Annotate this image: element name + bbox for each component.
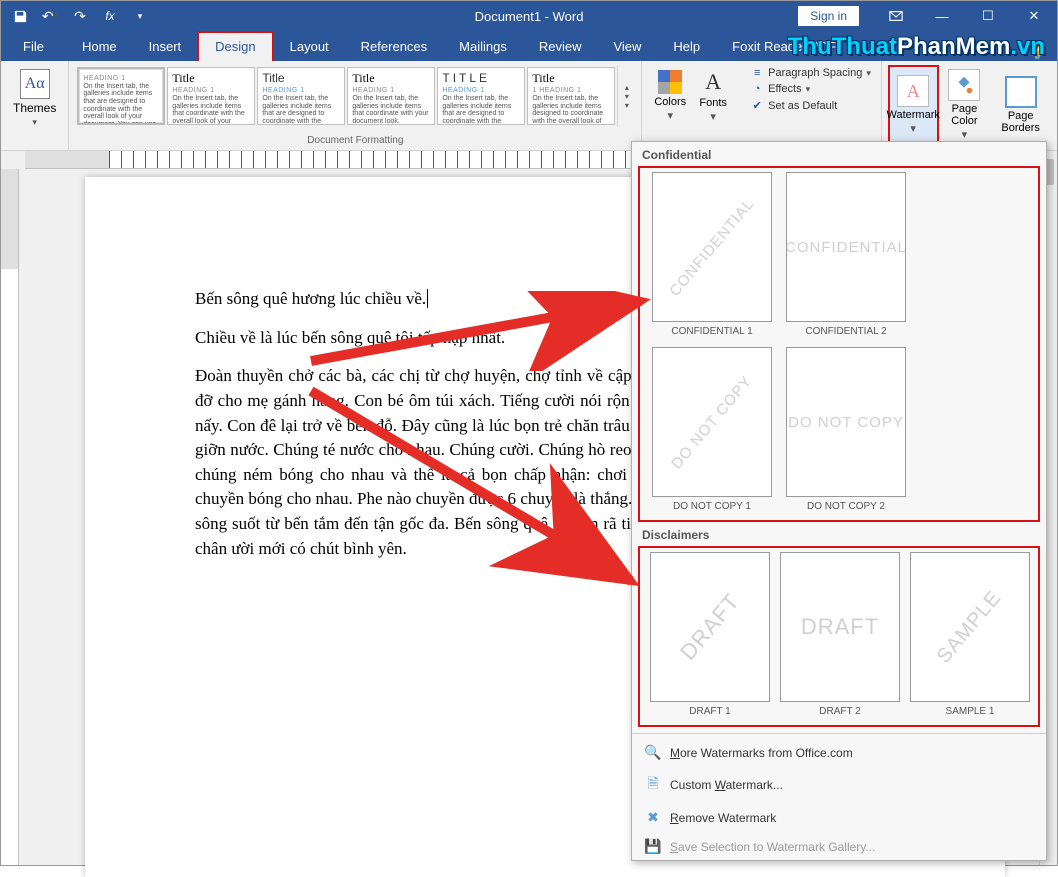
office-icon: 🔍 bbox=[644, 744, 662, 761]
confidential-grid: CONFIDENTIAL CONFIDENTIAL 1 CONFIDENTIAL… bbox=[638, 166, 1040, 522]
chevron-down-icon: ▾ bbox=[32, 117, 37, 128]
page-borders-icon bbox=[1005, 76, 1037, 108]
watermark-option-sample-1[interactable]: SAMPLE SAMPLE 1 bbox=[910, 552, 1030, 717]
ribbon: Aα Themes ▾ Heading 1On the Insert tab, … bbox=[1, 61, 1057, 151]
page-color-icon bbox=[948, 69, 980, 101]
paragraph-spacing-button[interactable]: ≡Paragraph Spacing ▾ bbox=[746, 65, 875, 81]
watermark-option-draft-2[interactable]: DRAFT DRAFT 2 bbox=[780, 552, 900, 717]
redo-icon[interactable]: ↷ bbox=[67, 3, 93, 29]
style-thumb[interactable]: TitleHEADING 1On the Insert tab, the gal… bbox=[347, 67, 435, 125]
sign-in-button[interactable]: Sign in bbox=[798, 6, 859, 26]
section-label: Confidential bbox=[632, 142, 1046, 166]
paragraph-spacing-icon: ≡ bbox=[750, 67, 764, 79]
tab-help[interactable]: Help bbox=[657, 33, 716, 61]
remove-icon: ✖ bbox=[644, 809, 662, 826]
qat-customize-icon[interactable]: ▾ bbox=[127, 3, 153, 29]
fonts-button[interactable]: A Fonts▾ bbox=[692, 65, 734, 127]
title-bar: ↶▾ ↷ fx ▾ Document1 - Word Sign in — ☐ ✕ bbox=[1, 1, 1057, 31]
colors-button[interactable]: Colors▾ bbox=[648, 65, 692, 127]
undo-icon[interactable]: ↶▾ bbox=[37, 3, 63, 29]
fonts-icon: A bbox=[705, 69, 721, 95]
group-page-background: Watermark▾ Page Color▾ Page Borders bbox=[882, 61, 1057, 150]
tab-layout[interactable]: Layout bbox=[274, 33, 345, 61]
minimize-icon[interactable]: — bbox=[919, 1, 965, 31]
watermark-option-donotcopy-2[interactable]: DO NOT COPY DO NOT COPY 2 bbox=[784, 347, 908, 512]
watermark-menu: 🔍More Watermarks from Office.com 🗎Custom… bbox=[632, 733, 1046, 865]
style-thumb[interactable]: Heading 1On the Insert tab, the gallerie… bbox=[77, 67, 165, 125]
page-color-button[interactable]: Page Color▾ bbox=[939, 65, 991, 145]
watermark-dropdown: Confidential CONFIDENTIAL CONFIDENTIAL 1… bbox=[631, 141, 1047, 861]
group-colors-fonts: Colors▾ A Fonts▾ bbox=[642, 61, 740, 150]
tab-design[interactable]: Design bbox=[197, 31, 273, 61]
gallery-more-button[interactable]: ▴▾▾ bbox=[617, 65, 635, 127]
style-thumb[interactable]: TitleHeading 1On the Insert tab, the gal… bbox=[257, 67, 345, 125]
save-icon: 💾 bbox=[644, 838, 662, 855]
style-thumb[interactable]: TITLEHeading 1On the Insert tab, the gal… bbox=[437, 67, 525, 125]
colors-icon bbox=[658, 70, 682, 94]
watermark-icon bbox=[897, 75, 929, 107]
vertical-ruler[interactable] bbox=[1, 169, 19, 865]
tab-file[interactable]: File bbox=[7, 33, 60, 61]
tab-view[interactable]: View bbox=[597, 33, 657, 61]
maximize-icon[interactable]: ☐ bbox=[965, 1, 1011, 31]
ribbon-display-options-icon[interactable] bbox=[873, 1, 919, 31]
close-icon[interactable]: ✕ bbox=[1011, 1, 1057, 31]
style-gallery[interactable]: Heading 1On the Insert tab, the gallerie… bbox=[75, 65, 617, 127]
page-borders-button[interactable]: Page Borders bbox=[990, 65, 1051, 145]
overlay-logo: ThuThuatPhanMem.vn bbox=[788, 33, 1045, 61]
tab-references[interactable]: References bbox=[345, 33, 443, 61]
watermark-option-donotcopy-1[interactable]: DO NOT COPY DO NOT COPY 1 bbox=[650, 347, 774, 512]
group-label: Document Formatting bbox=[307, 135, 403, 146]
check-icon: ✔ bbox=[750, 99, 764, 112]
themes-button[interactable]: Aα Themes ▾ bbox=[7, 65, 62, 132]
watermark-option-confidential-1[interactable]: CONFIDENTIAL CONFIDENTIAL 1 bbox=[650, 172, 774, 337]
tab-home[interactable]: Home bbox=[66, 33, 133, 61]
menu-remove-watermark[interactable]: ✖Remove Watermark bbox=[632, 803, 1046, 832]
save-icon[interactable] bbox=[7, 3, 33, 29]
formula-icon[interactable]: fx bbox=[97, 3, 123, 29]
menu-custom-watermark[interactable]: 🗎Custom Watermark... bbox=[632, 767, 1046, 803]
group-themes: Aα Themes ▾ bbox=[1, 61, 69, 150]
themes-icon: Aα bbox=[20, 69, 50, 99]
section-label: Disclaimers bbox=[632, 522, 1046, 546]
disclaimers-grid: DRAFT DRAFT 1 DRAFT DRAFT 2 SAMPLE SAMPL… bbox=[638, 546, 1040, 727]
style-thumb[interactable]: Title1 Heading 1On the Insert tab, the g… bbox=[527, 67, 615, 125]
watermark-button[interactable]: Watermark▾ bbox=[888, 65, 939, 145]
quick-access-toolbar: ↶▾ ↷ fx ▾ bbox=[1, 3, 159, 29]
document-title: Document1 - Word bbox=[475, 9, 584, 24]
tab-review[interactable]: Review bbox=[523, 33, 598, 61]
effects-button[interactable]: ◔Effects ▾ bbox=[746, 81, 875, 97]
menu-save-to-gallery: 💾Save Selection to Watermark Gallery... bbox=[632, 832, 1046, 861]
tab-insert[interactable]: Insert bbox=[133, 33, 198, 61]
style-thumb[interactable]: TitleHeading 1On the Insert tab, the gal… bbox=[167, 67, 255, 125]
menu-more-watermarks[interactable]: 🔍More Watermarks from Office.com bbox=[632, 738, 1046, 767]
watermark-option-draft-1[interactable]: DRAFT DRAFT 1 bbox=[650, 552, 770, 717]
effects-icon: ◔ bbox=[750, 83, 764, 95]
watermark-option-confidential-2[interactable]: CONFIDENTIAL CONFIDENTIAL 2 bbox=[784, 172, 908, 337]
group-spacing: ≡Paragraph Spacing ▾ ◔Effects ▾ ✔Set as … bbox=[740, 61, 882, 150]
custom-icon: 🗎 bbox=[644, 773, 662, 797]
tab-mailings[interactable]: Mailings bbox=[443, 33, 523, 61]
set-default-button[interactable]: ✔Set as Default bbox=[746, 97, 875, 114]
